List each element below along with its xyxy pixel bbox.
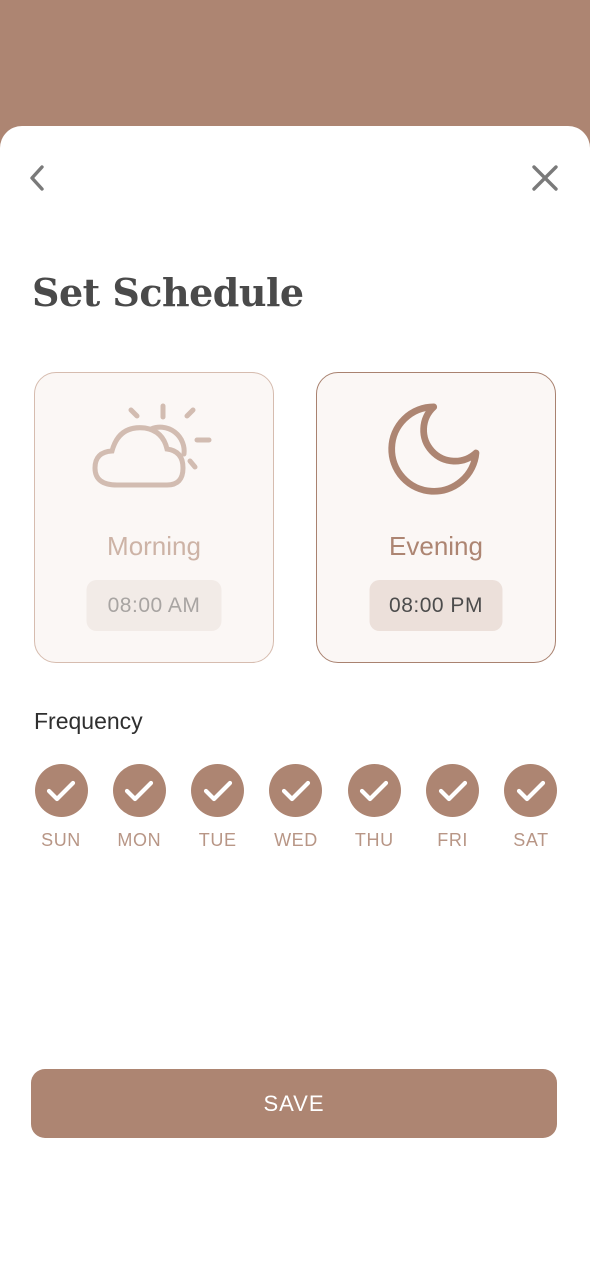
back-button[interactable]	[17, 156, 61, 200]
check-icon	[203, 780, 232, 801]
close-button[interactable]	[523, 156, 567, 200]
day-check-circle	[191, 764, 245, 817]
check-icon	[281, 780, 311, 801]
day-check-circle	[426, 764, 480, 817]
day-check-circle	[34, 764, 88, 817]
day-label: MON	[117, 830, 162, 850]
day-check-circle	[504, 764, 558, 817]
morning-time-button[interactable]: 08:00 AM	[86, 580, 222, 631]
page-title: Set Schedule	[32, 270, 304, 315]
day-toggle-sun[interactable]: SUN	[22, 764, 100, 849]
day-toggle-wed[interactable]: WED	[257, 764, 335, 849]
day-toggle-fri[interactable]: FRI	[414, 764, 492, 849]
chevron-left-icon	[30, 165, 44, 191]
save-button[interactable]: SAVE	[31, 1069, 557, 1138]
day-check-circle	[347, 764, 401, 817]
day-label: WED	[274, 830, 318, 850]
schedule-sheet: Set Schedule Morning 08:00 AM Evening 08…	[0, 126, 590, 1278]
morning-label: Morning	[107, 531, 201, 561]
partly-cloudy-sun-icon	[92, 403, 212, 488]
day-check-circle	[269, 764, 323, 817]
day-label: FRI	[437, 830, 469, 850]
day-toggle-mon[interactable]: MON	[100, 764, 178, 849]
frequency-label: Frequency	[34, 708, 143, 734]
evening-label: Evening	[389, 531, 483, 561]
day-toggle-tue[interactable]: TUE	[179, 764, 257, 849]
moon-icon	[388, 403, 480, 495]
check-icon	[360, 780, 389, 801]
day-toggle-sat[interactable]: SAT	[492, 764, 570, 849]
check-icon	[438, 780, 467, 801]
check-icon	[516, 780, 546, 801]
check-icon	[46, 780, 76, 801]
day-label: SAT	[513, 830, 549, 850]
day-label: TUE	[198, 830, 237, 850]
day-check-circle	[112, 764, 166, 817]
day-toggle-thu[interactable]: THU	[335, 764, 413, 849]
close-icon	[532, 165, 558, 191]
day-label: SUN	[41, 830, 81, 850]
evening-card[interactable]: Evening 08:00 PM	[316, 372, 556, 663]
evening-time-button[interactable]: 08:00 PM	[369, 580, 503, 631]
check-icon	[125, 780, 154, 801]
frequency-days: SUN MON TUE WED THU FRI SAT	[22, 764, 570, 849]
morning-card[interactable]: Morning 08:00 AM	[34, 372, 274, 663]
day-label: THU	[354, 830, 394, 850]
